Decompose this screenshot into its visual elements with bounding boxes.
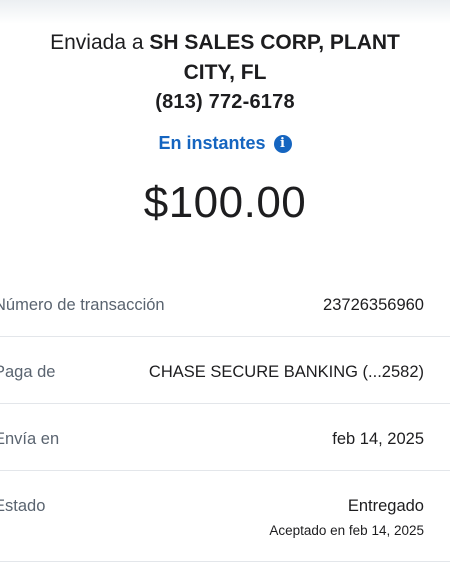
info-icon[interactable]: i (273, 135, 292, 153)
top-fade (0, 0, 450, 24)
detail-row-paid-from: Paga de CHASE SECURE BANKING (...2582) (0, 337, 450, 404)
payment-amount: $100.00 (143, 178, 307, 227)
detail-row-transaction: Número de transacción 23726356960 (0, 270, 450, 337)
paid-from-value: CHASE SECURE BANKING (...2582) (148, 363, 424, 381)
status-value: Entregado (347, 497, 424, 515)
status-accepted-date: Aceptado en feb 14, 2025 (269, 523, 424, 538)
sent-on-label: Envía en (0, 430, 60, 448)
detail-row-status: Estado Entregado Aceptado en feb 14, 202… (0, 471, 450, 562)
transaction-details: Número de transacción 23726356960 Paga d… (0, 270, 450, 562)
recipient-line-1: Enviada a SH SALES CORP, PLANT (0, 28, 450, 58)
delivery-speed-label: En instantes (158, 133, 266, 153)
status-label: Estado (0, 497, 46, 515)
recipient-prefix: Enviada a (50, 31, 144, 54)
recipient-name: SH SALES CORP, PLANT (149, 31, 400, 54)
transaction-number-value: 23726356960 (323, 296, 424, 314)
detail-row-sent-on: Envía en feb 14, 2025 (0, 404, 450, 471)
sent-on-value: feb 14, 2025 (332, 430, 424, 448)
recipient-phone: (813) 772-6178 (155, 91, 295, 113)
paid-from-label: Paga de (0, 363, 56, 381)
delivery-speed: En instantes i (0, 133, 450, 154)
transaction-number-label: Número de transacción (0, 296, 165, 314)
recipient-name-line-2: CITY, FL (183, 61, 267, 84)
